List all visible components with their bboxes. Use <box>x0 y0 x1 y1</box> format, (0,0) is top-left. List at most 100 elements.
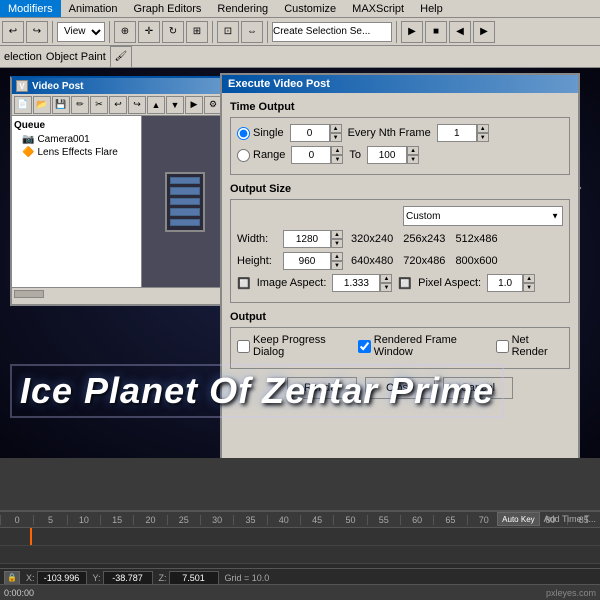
height-down[interactable]: ▼ <box>331 261 343 270</box>
undo-button[interactable]: ↩ <box>2 21 24 43</box>
snap-button[interactable]: ⊡ <box>217 21 239 43</box>
range-to-up[interactable]: ▲ <box>407 146 419 155</box>
timeline-track-1[interactable] <box>0 528 600 546</box>
menu-maxscript[interactable]: MAXScript <box>344 0 412 17</box>
single-radio[interactable] <box>237 127 250 140</box>
x-value: -103.996 <box>37 571 87 585</box>
menu-customize[interactable]: Customize <box>276 0 344 17</box>
width-input[interactable] <box>283 230 331 248</box>
keep-progress-label[interactable]: Keep Progress Dialog <box>237 334 352 358</box>
image-aspect-up[interactable]: ▲ <box>380 274 392 283</box>
prev-frame-button[interactable]: ◀ <box>449 21 471 43</box>
pixel-aspect-input[interactable] <box>487 274 523 292</box>
stop-button[interactable]: ■ <box>425 21 447 43</box>
range-from-input[interactable] <box>291 146 331 164</box>
rotate-button[interactable]: ↻ <box>162 21 184 43</box>
auto-key-button[interactable]: Auto Key <box>497 512 539 526</box>
height-spin: ▲ ▼ <box>283 252 343 270</box>
redo-button[interactable]: ↪ <box>26 21 48 43</box>
width-down[interactable]: ▼ <box>331 239 343 248</box>
vp-save-btn[interactable]: 💾 <box>52 96 70 114</box>
single-spin-up[interactable]: ▲ <box>330 124 342 133</box>
image-aspect-spin: ▲ ▼ <box>332 274 392 292</box>
vp-delete-btn[interactable]: ✂ <box>90 96 108 114</box>
preset-512x486[interactable]: 512x486 <box>453 233 499 245</box>
vp-undo-btn[interactable]: ↩ <box>109 96 127 114</box>
add-time-tag-label: Add Time T... <box>544 514 596 524</box>
width-up[interactable]: ▲ <box>331 230 343 239</box>
vp-execute-btn[interactable]: ▶ <box>185 96 203 114</box>
scale-button[interactable]: ⊞ <box>186 21 208 43</box>
width-row: Width: ▲ ▼ 320x240 256x243 512x486 <box>237 230 563 248</box>
net-render-label[interactable]: Net Render <box>496 334 563 358</box>
film-line-3 <box>170 198 200 206</box>
secondary-toolbar: election Object Paint 🖌 <box>0 46 600 68</box>
preset-800x600[interactable]: 800x600 <box>453 255 499 267</box>
range-label-text: Range <box>253 149 285 161</box>
select-button[interactable]: ⊕ <box>114 21 136 43</box>
range-radio[interactable] <box>237 149 250 162</box>
single-radio-label[interactable]: Single <box>237 127 284 140</box>
every-nth-down[interactable]: ▼ <box>477 133 489 142</box>
vp-move-up-btn[interactable]: ▲ <box>147 96 165 114</box>
selection-input[interactable] <box>272 22 392 42</box>
timeline-track-2[interactable] <box>0 546 600 564</box>
scrollbar-thumb[interactable] <box>14 290 44 298</box>
every-nth-input[interactable] <box>437 124 477 142</box>
image-aspect-icon: 🔲 <box>237 277 251 290</box>
menu-modifiers[interactable]: Modifiers <box>0 0 61 17</box>
every-nth-up[interactable]: ▲ <box>477 124 489 133</box>
mirror-button[interactable]: ⇔ <box>241 21 263 43</box>
height-input[interactable] <box>283 252 331 270</box>
lock-icon[interactable]: 🔒 <box>4 571 20 585</box>
image-aspect-down[interactable]: ▼ <box>380 283 392 292</box>
height-up[interactable]: ▲ <box>331 252 343 261</box>
queue-item-lens[interactable]: 🔶 Lens Effects Flare <box>14 146 139 159</box>
width-label: Width: <box>237 233 277 245</box>
ruler-5: 5 <box>33 515 66 525</box>
net-render-checkbox[interactable] <box>496 340 509 353</box>
preset-256x243[interactable]: 256x243 <box>401 233 447 245</box>
view-select[interactable]: View <box>57 22 105 42</box>
vp-redo-btn[interactable]: ↪ <box>128 96 146 114</box>
preset-select[interactable]: Custom <box>403 206 563 226</box>
ruler-10: 10 <box>67 515 100 525</box>
queue-item-camera[interactable]: 📷 Camera001 <box>14 133 139 146</box>
keep-progress-checkbox[interactable] <box>237 340 250 353</box>
preset-640x480[interactable]: 640x480 <box>349 255 395 267</box>
vp-edit-btn[interactable]: ✏ <box>71 96 89 114</box>
paint-tool-btn[interactable]: 🖌 <box>110 46 132 68</box>
menu-rendering[interactable]: Rendering <box>209 0 276 17</box>
single-value-input[interactable] <box>290 124 330 142</box>
video-post-scrollbar[interactable] <box>12 287 228 299</box>
range-radio-label[interactable]: Range <box>237 149 285 162</box>
ruler-65: 65 <box>433 515 466 525</box>
output-section: Keep Progress Dialog Rendered Frame Wind… <box>230 327 570 369</box>
menu-graph-editors[interactable]: Graph Editors <box>126 0 210 17</box>
rendered-frame-label[interactable]: Rendered Frame Window <box>358 334 490 358</box>
vp-open-btn[interactable]: 📂 <box>33 96 51 114</box>
film-line-2 <box>170 187 200 195</box>
single-spin-down[interactable]: ▼ <box>330 133 342 142</box>
range-from-up[interactable]: ▲ <box>331 146 343 155</box>
menu-animation[interactable]: Animation <box>61 0 126 17</box>
timeline-tracks <box>0 528 600 568</box>
next-frame-button[interactable]: ▶ <box>473 21 495 43</box>
range-to-down[interactable]: ▼ <box>407 155 419 164</box>
image-aspect-input[interactable] <box>332 274 380 292</box>
preset-320x240[interactable]: 320x240 <box>349 233 395 245</box>
preset-720x486[interactable]: 720x486 <box>401 255 447 267</box>
dialog-titlebar: Execute Video Post <box>222 75 578 93</box>
ruler-25: 25 <box>167 515 200 525</box>
play-button[interactable]: ▶ <box>401 21 423 43</box>
pixel-aspect-down[interactable]: ▼ <box>523 283 535 292</box>
range-to-input[interactable] <box>367 146 407 164</box>
preset-dropdown-wrapper: Custom ▼ <box>403 206 563 226</box>
vp-move-down-btn[interactable]: ▼ <box>166 96 184 114</box>
range-from-down[interactable]: ▼ <box>331 155 343 164</box>
pixel-aspect-up[interactable]: ▲ <box>523 274 535 283</box>
move-button[interactable]: ✛ <box>138 21 160 43</box>
rendered-frame-checkbox[interactable] <box>358 340 371 353</box>
vp-new-btn[interactable]: 📄 <box>14 96 32 114</box>
menu-help[interactable]: Help <box>412 0 451 17</box>
